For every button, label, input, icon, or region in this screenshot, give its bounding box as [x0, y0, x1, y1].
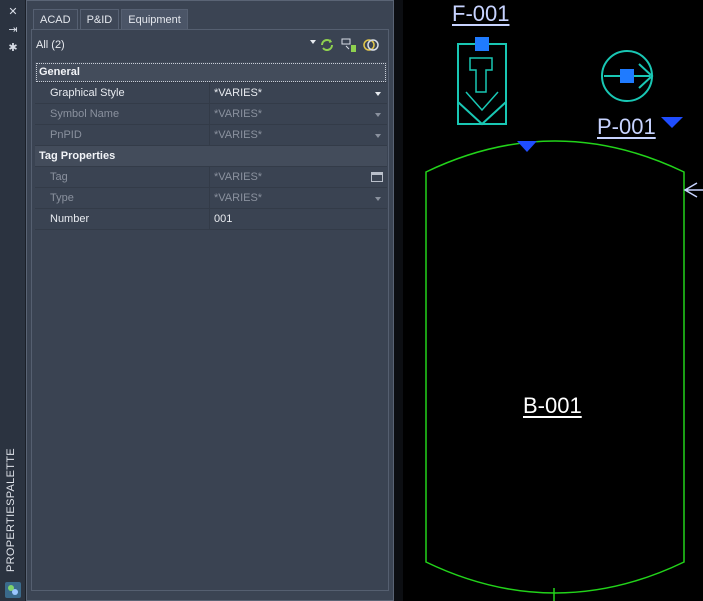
property-value[interactable]: *VARIES*	[210, 83, 387, 103]
filter-tag[interactable]: F-001	[452, 2, 509, 26]
close-icon[interactable]: ✕	[7, 6, 19, 18]
select-objects-icon[interactable]	[340, 37, 358, 53]
dropdown-arrow-icon[interactable]	[310, 40, 316, 44]
palette-border	[394, 0, 403, 601]
property-row-tag: Tag *VARIES*	[35, 167, 387, 188]
section-tag-properties[interactable]: Tag Properties	[35, 146, 387, 167]
palette-content: All (2) General Graphical Style *VARIES*…	[31, 29, 389, 591]
vessel-marker[interactable]	[517, 141, 537, 152]
property-value-text: 001	[214, 213, 233, 225]
tab-acad[interactable]: ACAD	[33, 9, 78, 29]
property-row-symbol-name: Symbol Name *VARIES*	[35, 104, 387, 125]
dropdown-arrow-icon	[375, 197, 381, 201]
property-label: Symbol Name	[35, 104, 210, 124]
property-value: *VARIES*	[210, 167, 387, 187]
browse-button-icon[interactable]	[371, 172, 383, 182]
dropdown-arrow-icon[interactable]	[375, 92, 381, 96]
selection-dropdown[interactable]: All (2)	[32, 30, 388, 60]
properties-palette: ACAD P&ID Equipment All (2) General Grap…	[26, 0, 394, 601]
drawing-canvas[interactable]: F-001 P-001 B-001	[403, 0, 703, 601]
properties-icon[interactable]: ✱	[7, 42, 19, 54]
palette-title-text: PROPERTIESPALETTE	[5, 448, 17, 572]
autohide-icon[interactable]: ⇥	[7, 24, 19, 36]
property-value-text: *VARIES*	[214, 171, 263, 183]
toggle-pickadd-icon[interactable]	[318, 37, 336, 53]
property-grid: General Graphical Style *VARIES* Symbol …	[35, 62, 387, 230]
vessel-tag[interactable]: B-001	[523, 394, 582, 418]
property-row-pnpid: PnPID *VARIES*	[35, 125, 387, 146]
property-label: Graphical Style	[35, 83, 210, 103]
property-row-graphical-style[interactable]: Graphical Style *VARIES*	[35, 83, 387, 104]
property-label: Tag	[35, 167, 210, 187]
property-label: Number	[35, 209, 210, 229]
palette-title-strip[interactable]: ✕ ⇥ ✱ PROPERTIESPALETTE	[0, 0, 26, 601]
quick-select-icon[interactable]	[362, 37, 380, 53]
dropdown-arrow-icon	[375, 113, 381, 117]
property-value: *VARIES*	[210, 125, 387, 145]
palette-tabs: ACAD P&ID Equipment	[33, 9, 190, 29]
tab-pid[interactable]: P&ID	[79, 9, 120, 29]
property-row-number[interactable]: Number 001	[35, 209, 387, 230]
section-general[interactable]: General	[35, 62, 387, 83]
property-value: *VARIES*	[210, 188, 387, 208]
arrow-icon	[683, 182, 703, 198]
selection-value: All (2)	[36, 39, 65, 51]
pump-marker[interactable]	[661, 117, 683, 128]
property-label: Type	[35, 188, 210, 208]
property-value: *VARIES*	[210, 104, 387, 124]
property-value-text: *VARIES*	[214, 108, 263, 120]
pump-tag[interactable]: P-001	[597, 115, 656, 139]
filter-symbol[interactable]	[457, 37, 507, 126]
property-value[interactable]: 001	[210, 209, 387, 229]
drawing-graphics	[425, 37, 703, 601]
property-value-text: *VARIES*	[214, 129, 263, 141]
tab-equipment[interactable]: Equipment	[121, 9, 188, 29]
palette-logo-icon	[5, 582, 21, 598]
filter-grip[interactable]	[475, 37, 489, 51]
property-row-type: Type *VARIES*	[35, 188, 387, 209]
property-label: PnPID	[35, 125, 210, 145]
property-value-text: *VARIES*	[214, 87, 263, 99]
vessel-symbol[interactable]	[425, 140, 685, 601]
property-value-text: *VARIES*	[214, 192, 263, 204]
pump-grip[interactable]	[620, 69, 634, 83]
dropdown-arrow-icon	[375, 134, 381, 138]
